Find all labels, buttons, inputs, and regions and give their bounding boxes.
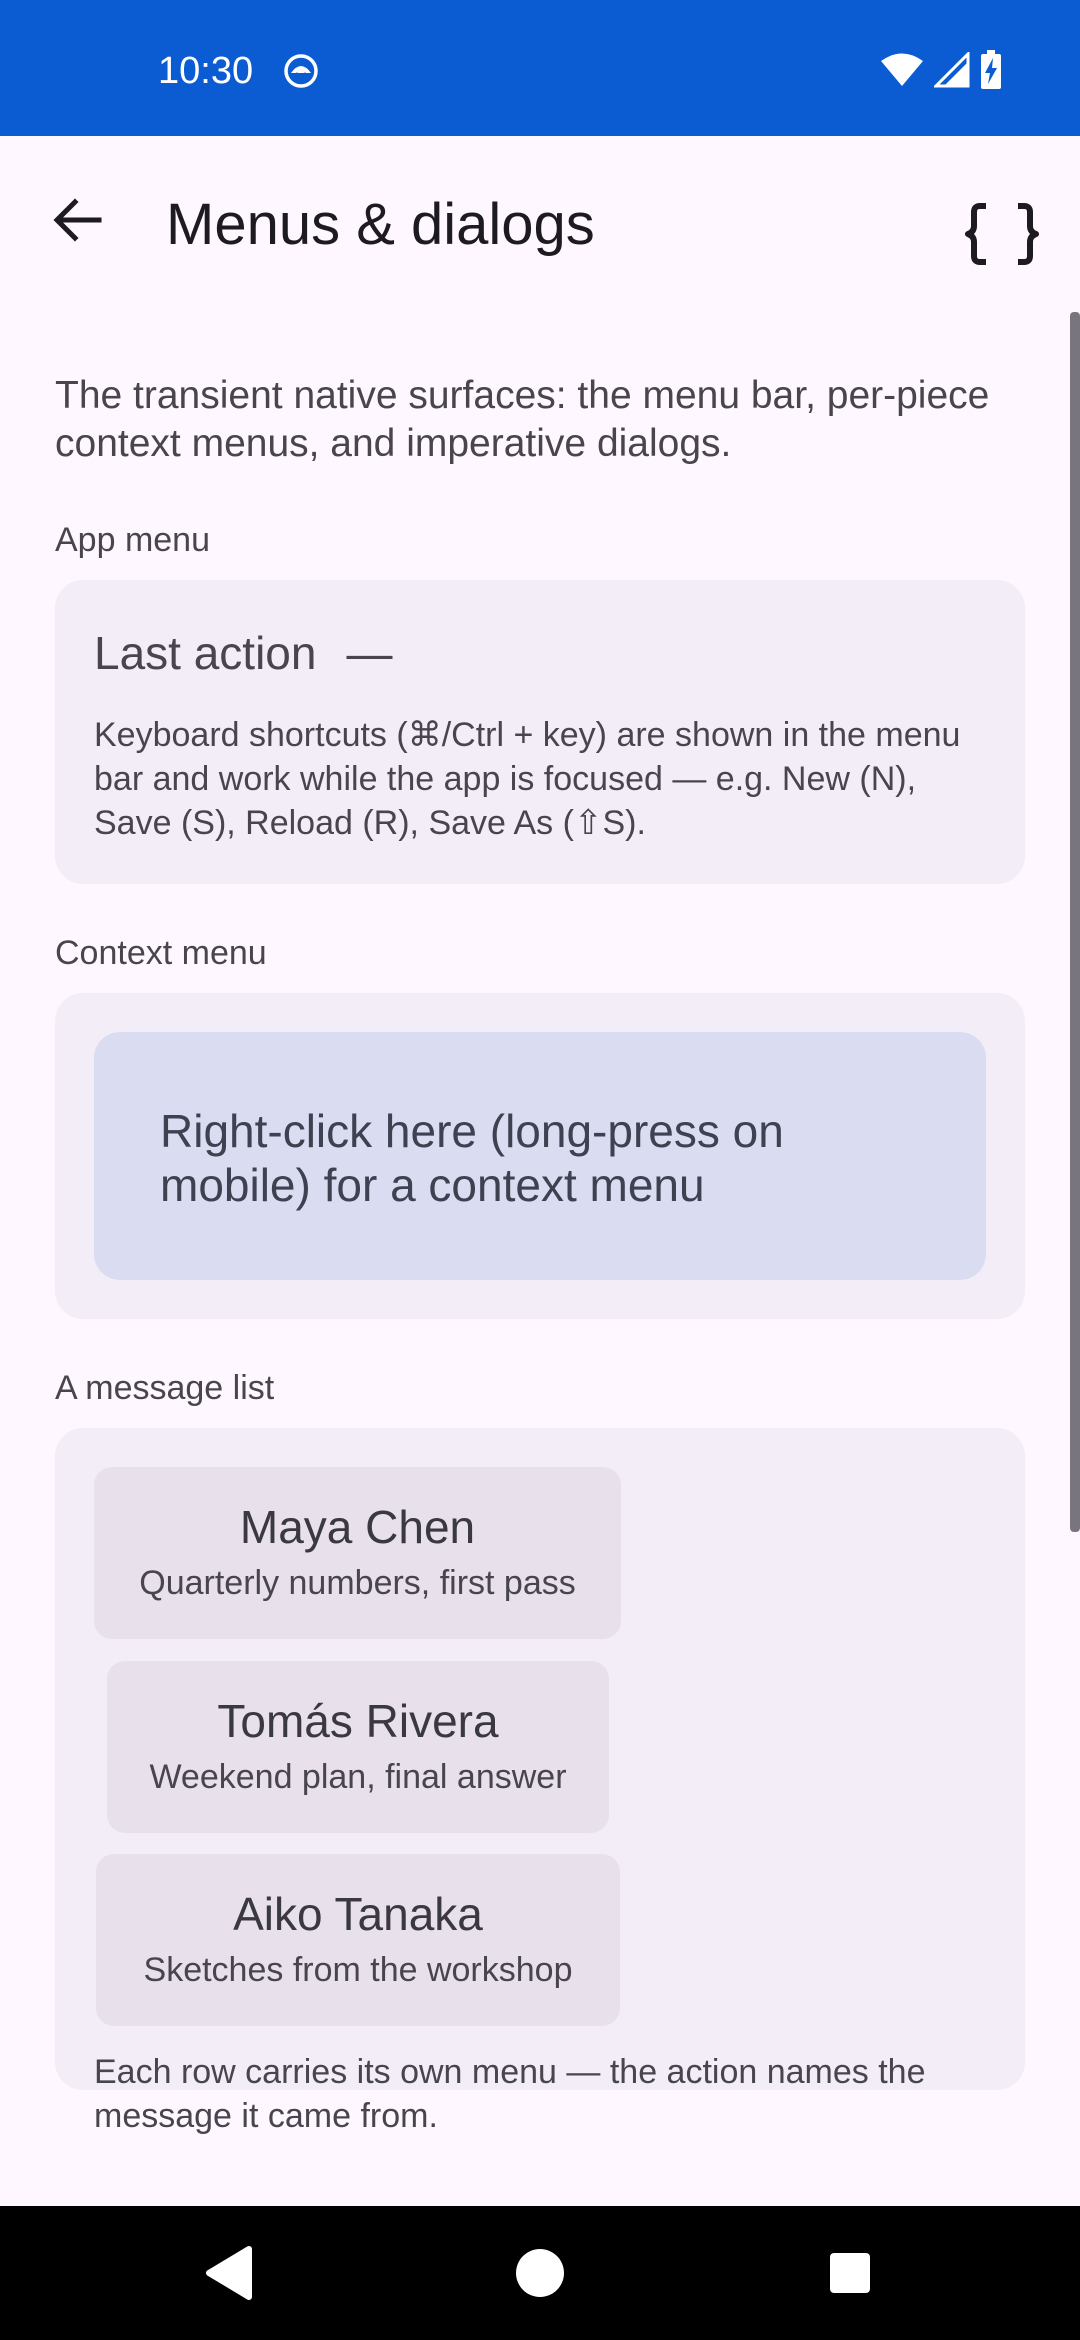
arrow-back-icon bbox=[53, 198, 102, 242]
cell-signal-icon bbox=[934, 52, 970, 88]
shortcuts-note: Keyboard shortcuts (⌘/Ctrl + key) are sh… bbox=[94, 716, 961, 842]
message-sender: Tomás Rivera bbox=[217, 1695, 499, 1747]
message-subject: Quarterly numbers, first pass bbox=[139, 1564, 576, 1602]
section-label-app-menu: App menu bbox=[55, 521, 210, 559]
screen: 10:30 Menus & dialogs The transient nati… bbox=[0, 0, 1080, 2340]
message-subject: Sketches from the workshop bbox=[143, 1951, 573, 1989]
section-label-message-list: A message list bbox=[55, 1369, 275, 1407]
message-row[interactable]: Maya Chen Quarterly numbers, first pass bbox=[94, 1467, 621, 1639]
message-sender: Aiko Tanaka bbox=[233, 1888, 483, 1940]
nav-home-button[interactable] bbox=[505, 2238, 575, 2308]
page-title: Menus & dialogs bbox=[166, 192, 595, 257]
context-menu-card: Right-click here (long-press on mobile) … bbox=[55, 993, 1025, 1319]
message-sender: Maya Chen bbox=[239, 1501, 476, 1553]
view-source-button[interactable] bbox=[960, 192, 1044, 276]
nav-back-button[interactable] bbox=[193, 2238, 263, 2308]
status-time: 10:30 bbox=[158, 50, 254, 92]
intro-text: The transient native surfaces: the menu … bbox=[55, 374, 990, 465]
message-list-card: Maya Chen Quarterly numbers, first pass … bbox=[55, 1428, 1025, 2135]
nav-recents-button[interactable] bbox=[815, 2238, 885, 2308]
status-bar: 10:30 bbox=[0, 0, 1080, 136]
last-action-label: Last action bbox=[94, 627, 317, 679]
status-icons bbox=[880, 48, 1002, 92]
context-menu-target[interactable]: Right-click here (long-press on mobile) … bbox=[94, 1032, 986, 1280]
message-subject: Weekend plan, final answer bbox=[149, 1758, 567, 1796]
message-list-note: Each row carries its own menu — the acti… bbox=[94, 2053, 926, 2135]
battery-charging-icon bbox=[981, 50, 1001, 89]
last-action: Last action — bbox=[94, 624, 392, 682]
scrollbar[interactable] bbox=[1070, 312, 1080, 1532]
last-action-value: — bbox=[346, 627, 393, 679]
section-label-context-menu: Context menu bbox=[55, 934, 267, 972]
top-app-bar: Menus & dialogs bbox=[0, 136, 1080, 312]
nav-back-icon bbox=[206, 2246, 252, 2300]
nav-recents-icon bbox=[830, 2253, 870, 2293]
back-button[interactable] bbox=[40, 182, 116, 258]
message-row[interactable]: Aiko Tanaka Sketches from the workshop bbox=[96, 1854, 620, 2026]
wifi-icon bbox=[881, 53, 923, 86]
nav-home-icon bbox=[516, 2249, 564, 2297]
message-row[interactable]: Tomás Rivera Weekend plan, final answer bbox=[107, 1661, 609, 1833]
code-braces-icon bbox=[965, 203, 1039, 265]
system-navigation-bar bbox=[0, 2206, 1080, 2340]
app-menu-card: Last action — Keyboard shortcuts (⌘/Ctrl … bbox=[55, 580, 1025, 884]
app-notification-icon bbox=[284, 54, 318, 88]
